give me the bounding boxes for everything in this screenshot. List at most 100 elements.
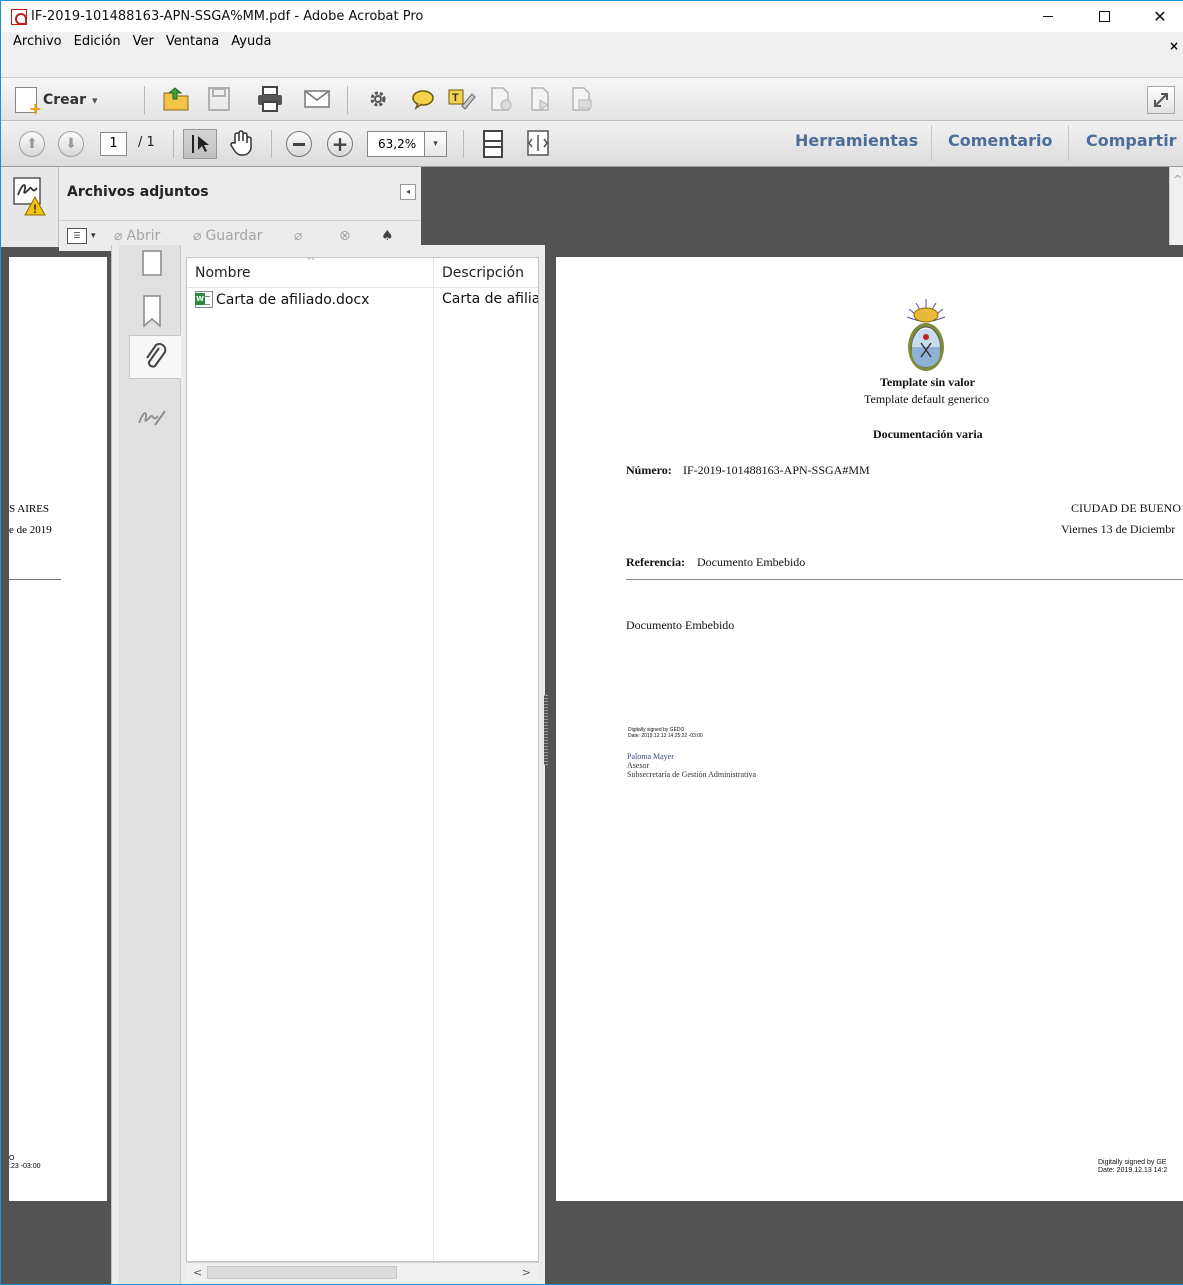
maximize-button[interactable] xyxy=(1081,1,1127,32)
zoom-in-button[interactable]: + xyxy=(327,131,353,157)
menu-ventana[interactable]: Ventana xyxy=(166,34,219,49)
next-page-button[interactable]: ⬇ xyxy=(58,131,84,157)
left-page-sig-1: O xyxy=(9,1155,15,1162)
chevron-down-icon: ▾ xyxy=(433,139,438,149)
previous-page-button[interactable]: ⬆ xyxy=(19,131,45,157)
panel-splitter[interactable] xyxy=(544,695,548,765)
bookmarks-button[interactable] xyxy=(128,289,176,333)
reference-rule xyxy=(626,579,1183,580)
signer-name: Paloma Mayer xyxy=(627,752,674,761)
signatures-button[interactable] xyxy=(128,395,176,439)
select-tool-button[interactable] xyxy=(183,129,217,159)
horizontal-scrollbar[interactable]: < > xyxy=(187,1262,539,1282)
attachments-button[interactable] xyxy=(129,335,181,379)
paperclip-icon: ⌀ xyxy=(114,228,123,244)
scrollbar-thumb[interactable] xyxy=(207,1266,397,1279)
word-document-icon xyxy=(195,291,213,308)
tab-divider xyxy=(931,125,932,161)
page-tool-2-button[interactable] xyxy=(528,86,554,112)
crear-button[interactable]: Crear ▾ xyxy=(15,86,98,118)
print-button[interactable] xyxy=(255,85,285,113)
paperclip-add-icon: ⌀ xyxy=(294,228,303,244)
menu-items: Archivo Edición Ver Ventana Ayuda xyxy=(13,34,271,49)
open-folder-button[interactable] xyxy=(161,84,191,114)
document-type: Documentación varia xyxy=(873,427,983,441)
menu-edicion[interactable]: Edición xyxy=(74,34,121,49)
previous-page-view: S AIRES e de 2019 O :23 -03:00 xyxy=(9,257,107,1201)
email-button[interactable] xyxy=(303,88,331,110)
menu-close-document-button[interactable]: × xyxy=(1169,39,1179,53)
fit-width-button[interactable] xyxy=(525,129,551,157)
save-button[interactable] xyxy=(207,86,231,112)
main-toolbar: Crear ▾ T xyxy=(1,77,1183,121)
zoom-input[interactable]: 63,2% xyxy=(367,131,425,157)
zoom-out-button[interactable] xyxy=(286,131,312,157)
menu-ayuda[interactable]: Ayuda xyxy=(231,34,271,49)
attachment-name-text: Carta de afiliado.docx xyxy=(216,291,370,308)
zoom-dropdown-button[interactable]: ▾ xyxy=(425,131,447,157)
date: Viernes 13 de Diciembr xyxy=(1061,522,1176,536)
scroll-right-icon[interactable]: > xyxy=(522,1266,531,1279)
page-thumbnails-icon xyxy=(142,250,162,276)
delete-attachment-button[interactable]: ⊗ xyxy=(339,228,351,244)
close-icon: ✕ xyxy=(1153,7,1167,26)
list-item[interactable]: Carta de afiliado.docx Carta de afiliado xyxy=(187,289,538,311)
digital-signature-line-2: Date: 2019.12.13 14:25:22 -03:00 xyxy=(628,733,703,739)
tab-comentario[interactable]: Comentario xyxy=(948,131,1052,150)
options-menu-button[interactable]: ☰ ▾ xyxy=(67,228,96,244)
toolbar-divider xyxy=(173,130,174,158)
expand-icon xyxy=(1154,93,1168,107)
signature-warning-button[interactable]: ! xyxy=(13,177,46,217)
scroll-left-icon[interactable]: < xyxy=(193,1266,202,1279)
open-folder-icon xyxy=(163,87,189,111)
column-header-descripcion[interactable]: Descripción xyxy=(442,265,524,281)
maximize-icon xyxy=(1098,11,1110,22)
toolbar-divider xyxy=(347,86,348,114)
highlight-text-button[interactable]: T xyxy=(446,86,476,112)
left-page-line-1: S AIRES xyxy=(9,503,50,515)
settings-button[interactable] xyxy=(367,88,389,110)
plus-icon: + xyxy=(331,132,349,156)
envelope-icon xyxy=(304,90,330,108)
digital-signature: Digitally signed by GEDO Date: 2019.12.1… xyxy=(628,727,703,739)
header-subtitle: Template default generico xyxy=(864,392,990,406)
page-tool-1-button[interactable] xyxy=(488,86,514,112)
attachment-name: Carta de afiliado.docx xyxy=(195,291,369,308)
page-tool-3-button[interactable] xyxy=(569,86,595,112)
attachments-list: ^ Nombre Descripción Carta de afiliado.d… xyxy=(186,257,539,1262)
expand-button[interactable] xyxy=(1147,86,1175,114)
vertical-scrollbar[interactable] xyxy=(1169,167,1183,245)
numero-label: Número: xyxy=(626,463,672,477)
binoculars-icon: ♠ xyxy=(381,228,394,244)
page-total: / 1 xyxy=(138,135,155,150)
search-attachment-button[interactable]: ♠ xyxy=(381,228,394,244)
signature-icon xyxy=(138,410,166,426)
close-button[interactable]: ✕ xyxy=(1137,1,1183,32)
fit-page-icon xyxy=(483,130,503,158)
menu-ver[interactable]: Ver xyxy=(133,34,154,49)
fit-page-button[interactable] xyxy=(478,129,508,159)
hand-icon xyxy=(230,130,252,156)
column-header-nombre[interactable]: Nombre xyxy=(195,265,251,281)
add-attachment-button[interactable]: ⌀ xyxy=(294,228,302,244)
signature-warning-icon: ! xyxy=(13,177,46,216)
minimize-button[interactable] xyxy=(1025,1,1071,32)
page-number-input[interactable]: 1 xyxy=(100,132,127,156)
city: CIUDAD DE BUENO xyxy=(1071,501,1181,515)
minimize-icon xyxy=(1043,16,1053,17)
svg-text:!: ! xyxy=(33,202,37,216)
collapse-panel-button[interactable]: ◂ xyxy=(400,184,416,200)
comment-button[interactable] xyxy=(411,88,435,110)
chevron-left-icon: ◂ xyxy=(405,187,410,196)
page-icon xyxy=(531,87,549,111)
page-thumbnails-button[interactable] xyxy=(128,241,176,285)
document-page: Template sin valor Template default gene… xyxy=(556,257,1183,1201)
tab-compartir[interactable]: Compartir xyxy=(1086,131,1177,150)
menu-archivo[interactable]: Archivo xyxy=(13,34,62,49)
save-attachment-button[interactable]: ⌀ Guardar xyxy=(193,228,262,244)
hand-tool-button[interactable] xyxy=(227,129,255,157)
national-coat-of-arms-logo xyxy=(906,299,946,371)
text-cursor-icon xyxy=(192,135,209,153)
title-bar: IF-2019-101488163-APN-SSGA%MM.pdf - Adob… xyxy=(1,1,1183,32)
tab-herramientas[interactable]: Herramientas xyxy=(795,131,918,150)
